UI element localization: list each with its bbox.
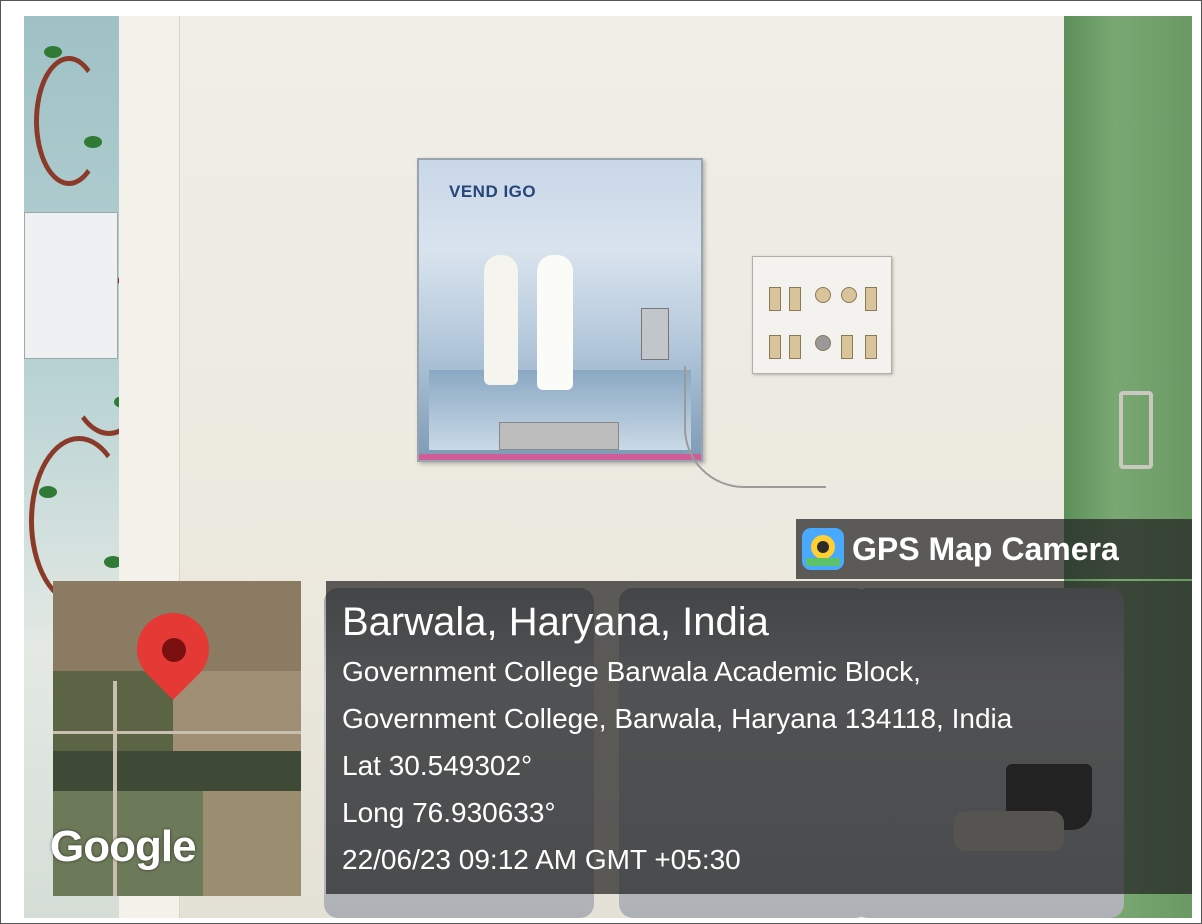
electrical-box (24, 212, 118, 359)
vending-figure-woman (537, 255, 573, 390)
map-pin-center (162, 638, 186, 662)
vending-figure-man (484, 255, 518, 385)
vending-machine: VEND IGO (417, 158, 703, 462)
gps-app-tag: GPS Map Camera (796, 519, 1192, 579)
vending-pink-trim (419, 454, 701, 460)
map-attribution: Google (50, 822, 197, 871)
timestamp: 22/06/23 09:12 AM GMT +05:30 (342, 844, 741, 875)
gps-app-name: GPS Map Camera (852, 530, 1119, 567)
address-line-2: Government College, Barwala, Haryana 134… (342, 703, 1013, 734)
longitude: Long 76.930633° (342, 797, 556, 828)
vending-brand: VEND IGO (449, 182, 537, 201)
coin-slot (641, 308, 669, 360)
switch-board (752, 256, 892, 374)
address-line-1: Government College Barwala Academic Bloc… (342, 656, 921, 687)
place-name: Barwala, Haryana, India (342, 600, 769, 644)
latitude: Lat 30.549302° (342, 750, 533, 781)
power-cable (684, 366, 826, 488)
door-handle (1119, 391, 1153, 469)
dispense-tray (499, 422, 619, 450)
gps-map-camera-icon (802, 528, 844, 570)
